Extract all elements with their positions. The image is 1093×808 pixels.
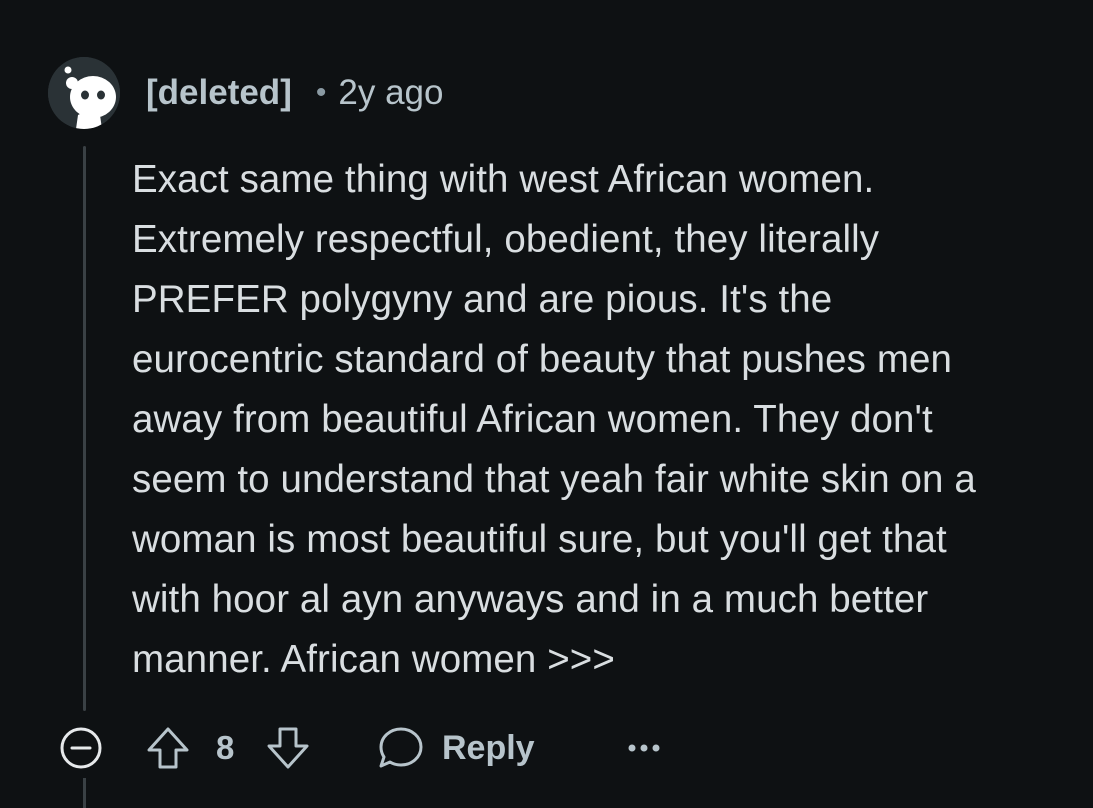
- avatar[interactable]: [48, 57, 120, 129]
- comment-body: Exact same thing with west African women…: [132, 150, 1082, 690]
- author-name[interactable]: [deleted]: [146, 73, 292, 113]
- reddit-snoo-avatar-icon: [48, 57, 120, 129]
- comment-actions: 8 Reply: [56, 718, 696, 778]
- comment-line: woman is most beautiful sure, but you'll…: [132, 518, 947, 561]
- upvote-arrow-icon[interactable]: [144, 724, 192, 772]
- timestamp: 2y ago: [338, 73, 444, 112]
- separator-dot: •: [315, 76, 327, 109]
- comment-line: away from beautiful African women. They …: [132, 398, 933, 441]
- comment-line: seem to understand that yeah fair white …: [132, 458, 976, 501]
- comment-line: manner. African women >>>: [132, 638, 615, 681]
- comment-line: eurocentric standard of beauty that push…: [132, 338, 953, 381]
- comment-line: Exact same thing with west African women…: [132, 158, 875, 201]
- comment-line: with hoor al ayn anyways and in a much b…: [132, 578, 929, 621]
- downvote-arrow-icon[interactable]: [264, 724, 312, 772]
- vote-score: 8: [216, 729, 235, 766]
- reply-label: Reply: [442, 728, 535, 767]
- comment-header: [deleted] • 2y ago: [146, 70, 443, 116]
- comment-line: Extremely respectful, obedient, they lit…: [132, 218, 880, 261]
- comment-line: PREFER polygyny and are pious. It's the: [132, 278, 833, 321]
- speech-bubble-icon: [379, 727, 423, 768]
- more-options-icon[interactable]: [624, 730, 664, 766]
- thread-line[interactable]: [83, 778, 86, 808]
- collapse-minus-icon[interactable]: [59, 726, 103, 770]
- thread-line[interactable]: [83, 146, 86, 711]
- reply-button[interactable]: Reply: [376, 718, 535, 778]
